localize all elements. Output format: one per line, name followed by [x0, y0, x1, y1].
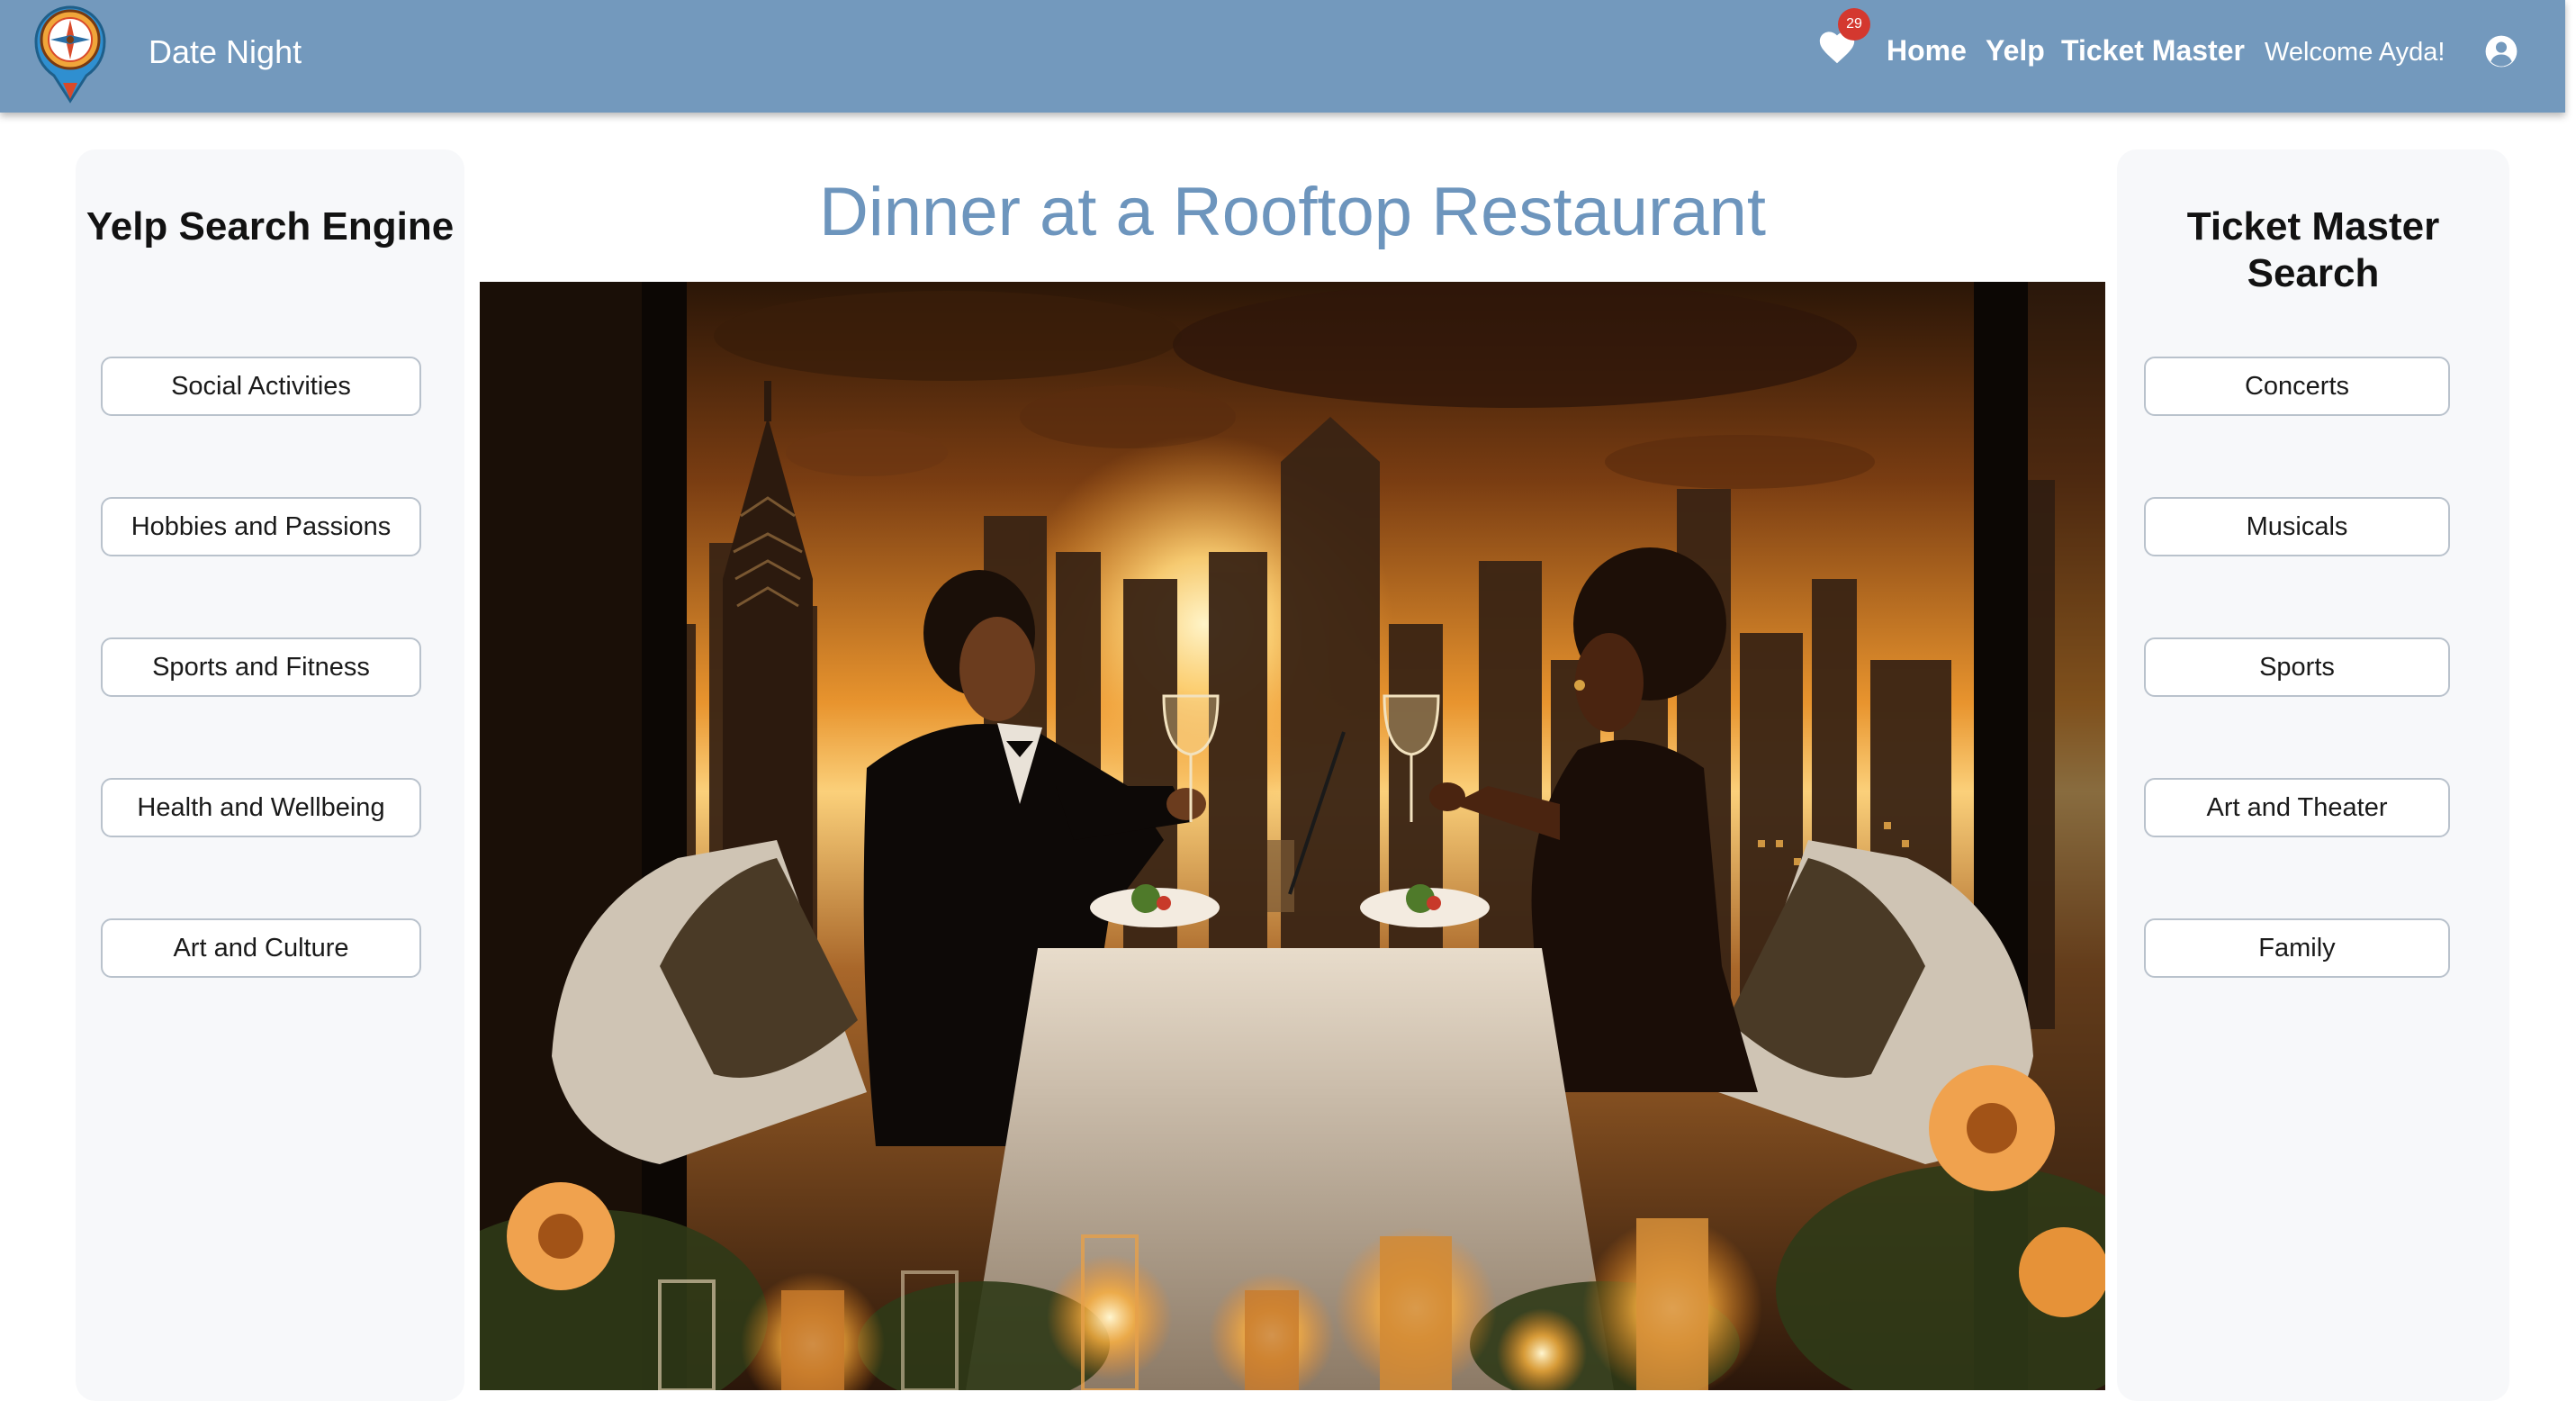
- musicals-button[interactable]: Musicals: [2144, 497, 2450, 556]
- ticket-master-search-panel: Ticket Master Search Concerts Musicals S…: [2117, 149, 2509, 1401]
- top-navbar: Date Night 29 Home Yelp Ticket Master We…: [0, 0, 2565, 113]
- family-button[interactable]: Family: [2144, 918, 2450, 978]
- compass-map-pin-logo-icon[interactable]: [27, 0, 113, 104]
- hobbies-and-passions-button[interactable]: Hobbies and Passions: [101, 497, 421, 556]
- art-and-theater-button[interactable]: Art and Theater: [2144, 778, 2450, 837]
- rooftop-dinner-image[interactable]: [480, 282, 2105, 1390]
- app-title[interactable]: Date Night: [149, 32, 302, 72]
- page-title: Dinner at a Rooftop Restaurant: [819, 174, 1766, 250]
- nav-ticket-master-link[interactable]: Ticket Master: [2061, 32, 2245, 68]
- art-and-culture-button[interactable]: Art and Culture: [101, 918, 421, 978]
- yelp-search-panel: Yelp Search Engine Social Activities Hob…: [76, 149, 464, 1401]
- sports-and-fitness-button[interactable]: Sports and Fitness: [101, 637, 421, 697]
- social-activities-button[interactable]: Social Activities: [101, 357, 421, 416]
- ticket-master-panel-title: Ticket Master Search: [2186, 204, 2440, 295]
- yelp-panel-title: Yelp Search Engine: [86, 204, 455, 249]
- concerts-button[interactable]: Concerts: [2144, 357, 2450, 416]
- nav-home-link[interactable]: Home: [1887, 32, 1967, 68]
- rooftop-dinner-illustration: [480, 282, 2105, 1390]
- welcome-text: Welcome Ayda!: [2265, 38, 2445, 67]
- sports-button[interactable]: Sports: [2144, 637, 2450, 697]
- user-circle-icon[interactable]: [2484, 34, 2518, 68]
- favorites-count-badge: 29: [1838, 8, 1870, 41]
- health-and-wellbeing-button[interactable]: Health and Wellbeing: [101, 778, 421, 837]
- nav-yelp-link[interactable]: Yelp: [1986, 32, 2045, 68]
